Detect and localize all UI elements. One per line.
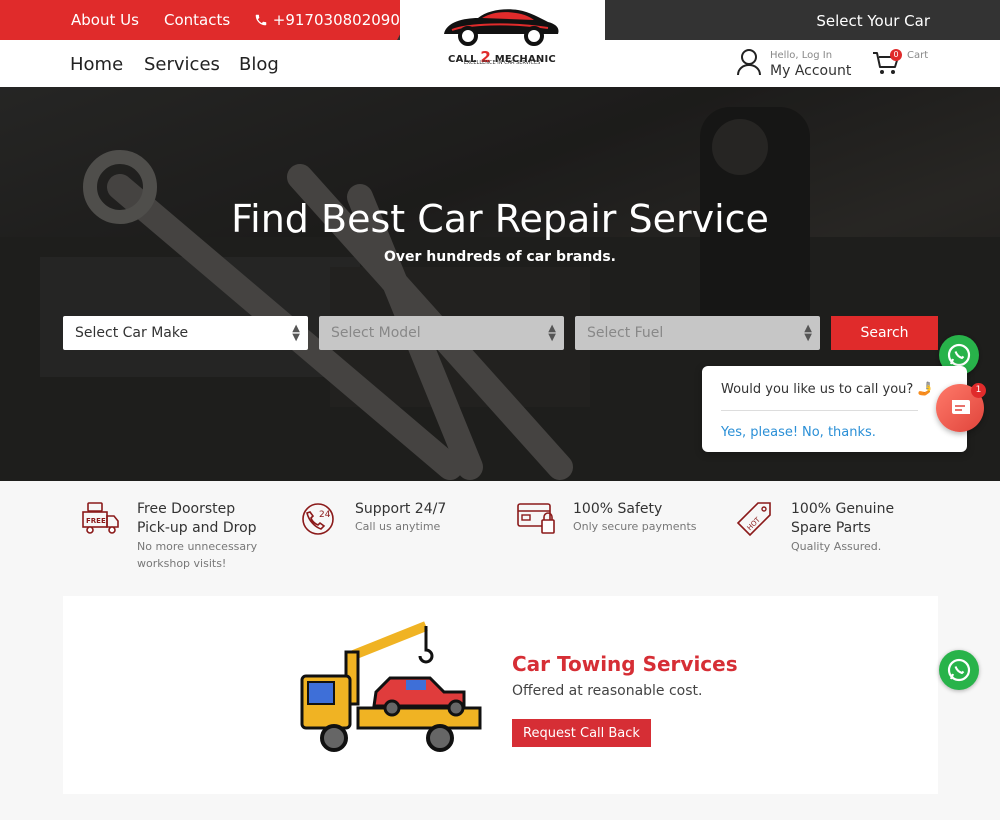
hero-title: Find Best Car Repair Service [231, 197, 769, 241]
user-icon[interactable] [736, 48, 762, 76]
about-us-link[interactable]: About Us [71, 11, 139, 29]
feature-desc-support: Call us anytime [355, 520, 441, 533]
hero-subtitle: Over hundreds of car brands. [384, 249, 616, 265]
select-arrow-icon: ▲ ▼ [548, 323, 556, 343]
nav-services[interactable]: Services [144, 54, 220, 75]
car-model-value: Select Model [331, 325, 421, 341]
account-hello-text[interactable]: Hello, Log In [770, 50, 832, 61]
car-make-value: Select Car Make [75, 325, 189, 341]
cart-label[interactable]: Cart [907, 50, 928, 61]
feature-desc-genuine: Quality Assured. [791, 540, 882, 553]
cart-count-badge: 0 [890, 49, 902, 61]
logo-block[interactable] [400, 0, 605, 86]
callback-popup: Would you like us to call you? 🤳 Yes, pl… [702, 366, 967, 452]
feature-title-pickup: Free Doorstep Pick-up and Drop [137, 501, 257, 536]
select-your-car-link[interactable]: Select Your Car [816, 12, 930, 30]
car-make-select[interactable]: Select Car Make ▲ ▼ [63, 316, 308, 350]
svg-text:FREE: FREE [86, 517, 106, 525]
popup-question: Would you like us to call you? 🤳 [721, 382, 934, 397]
feature-title-genuine: 100% Genuine Spare Parts [791, 501, 895, 536]
support-24-icon: 24 [302, 503, 334, 535]
car-logo-icon [444, 9, 559, 46]
popup-divider [721, 410, 918, 411]
secure-card-icon [517, 503, 555, 534]
nav-blog[interactable]: Blog [239, 54, 279, 75]
phone-number: +917030802090 [272, 11, 400, 29]
phone-icon [255, 14, 267, 26]
car-model-select[interactable]: Select Model ▲ ▼ [319, 316, 564, 350]
feature-desc-pickup: No more unnecessary workshop visits! [137, 540, 258, 570]
popup-yes-button[interactable]: Yes, please! [721, 425, 798, 440]
search-button[interactable]: Search [831, 316, 938, 350]
fuel-select[interactable]: Select Fuel ▲ ▼ [575, 316, 820, 350]
hot-tag-icon: HOT [736, 502, 771, 537]
feature-desc-safety: Only secure payments [573, 520, 697, 533]
phone-link[interactable]: +917030802090 [254, 11, 400, 29]
tow-truck-icon [300, 621, 482, 752]
popup-no-button[interactable]: No, thanks. [802, 425, 876, 440]
logo-tagline: EXCELLENCE IN CAR SERVICES [463, 60, 541, 66]
feature-title-support: Support 24/7 [355, 501, 447, 517]
whatsapp-icon [947, 658, 971, 682]
towing-title: Car Towing Services [512, 652, 738, 676]
contacts-link[interactable]: Contacts [164, 11, 230, 29]
select-arrow-icon: ▲ ▼ [804, 323, 812, 343]
my-account-link[interactable]: My Account [770, 63, 851, 79]
select-arrow-icon: ▲ ▼ [292, 323, 300, 343]
feature-title-safety: 100% Safety [573, 501, 663, 517]
whatsapp-button-bottom[interactable] [939, 650, 979, 690]
chat-notification-badge: 1 [971, 383, 986, 398]
free-van-icon: FREE [82, 502, 119, 534]
fuel-value: Select Fuel [587, 325, 664, 341]
nav-home[interactable]: Home [70, 54, 123, 75]
towing-card [63, 596, 938, 794]
towing-subtitle: Offered at reasonable cost. [512, 683, 703, 699]
svg-text:24: 24 [319, 510, 331, 520]
svg-text:HOT: HOT [746, 515, 763, 532]
request-call-back-button[interactable]: Request Call Back [512, 719, 651, 747]
